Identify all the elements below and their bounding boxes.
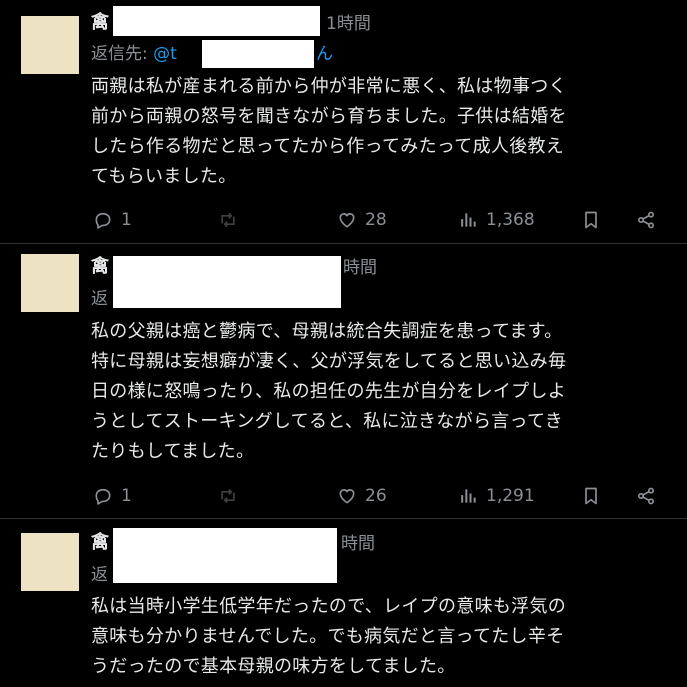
redaction-handle: [202, 40, 314, 68]
redaction-name: [113, 256, 341, 308]
tweet-divider: [0, 243, 687, 244]
share-icon: [638, 487, 654, 505]
reply-handle-end[interactable]: ん: [316, 44, 333, 64]
text-line: 日の様に怒鳴ったり、私の担任の先生が自分をレイプしよ: [91, 381, 567, 402]
reply-handle-start[interactable]: @t: [153, 44, 177, 64]
bookmark-button[interactable]: [581, 484, 601, 508]
text-line: 両親は私が産まれる前から仲が非常に悪く、私は物事つく: [91, 76, 567, 97]
views-bar-chart-icon: [461, 489, 476, 503]
retweet-button[interactable]: [218, 208, 238, 232]
text-line: てもらいました。: [91, 166, 237, 187]
author-name[interactable]: 禽: [91, 257, 109, 277]
tweet-divider: [0, 518, 687, 519]
heart-icon: [339, 489, 355, 504]
heart-icon: [339, 213, 355, 228]
text-line: うとしてストーキングしてると、私に泣きながら言ってき: [91, 411, 564, 432]
like-button[interactable]: 28: [337, 208, 387, 232]
author-name[interactable]: 禽: [91, 533, 109, 553]
reply-bubble-icon: [95, 488, 111, 505]
text-line: したら作る物だと思ってたから作ってみたって成人後教え: [91, 136, 565, 157]
action-bar: 1 26 1,291: [91, 484, 671, 508]
timestamp[interactable]: 1時間: [326, 14, 371, 34]
reply-button[interactable]: 1: [93, 208, 132, 232]
author-name[interactable]: 禽: [91, 13, 109, 33]
reply-prefix: 返: [91, 289, 108, 309]
reply-prefix: 返信先:: [91, 44, 154, 64]
tweet-text: 両親は私が産まれる前から仲が非常に悪く、私は物事つく 前から両親の怒号を聞きなが…: [91, 72, 676, 192]
timestamp[interactable]: 時間: [341, 534, 375, 554]
share-button[interactable]: [636, 208, 656, 232]
avatar[interactable]: [21, 533, 79, 591]
share-icon: [638, 211, 654, 229]
reply-prefix: 返: [91, 565, 108, 585]
retweet-icon: [221, 212, 235, 228]
redaction-name: [113, 528, 337, 583]
reply-count: 1: [121, 210, 132, 230]
avatar[interactable]: [21, 254, 79, 312]
reply-bubble-icon: [95, 212, 111, 229]
bookmark-icon: [585, 487, 597, 505]
timestamp[interactable]: 時間: [343, 258, 377, 278]
text-line: 特に母親は妄想癖が凄く、父が浮気をしてると思い込み毎: [91, 351, 567, 372]
retweet-icon: [221, 488, 235, 504]
reply-button[interactable]: 1: [93, 484, 132, 508]
action-bar: 1 28 1,368: [91, 208, 671, 232]
text-line: 意味も分かりませんでした。でも病気だと言ってたし辛そ: [91, 626, 565, 647]
views-button[interactable]: 1,368: [458, 208, 535, 232]
views-button[interactable]: 1,291: [458, 484, 535, 508]
reply-to-line: 返: [91, 565, 108, 585]
bookmark-icon: [585, 211, 597, 229]
tweet-text: 私の父親は癌と鬱病で、母親は統合失調症を患ってます。 特に母親は妄想癖が凄く、父…: [91, 317, 676, 467]
avatar[interactable]: [21, 16, 79, 74]
reply-count: 1: [121, 486, 132, 506]
views-bar-chart-icon: [461, 213, 476, 227]
view-count: 1,368: [486, 210, 535, 230]
text-line: 前から両親の怒号を聞きながら育ちました。子供は結婚を: [91, 106, 567, 127]
like-count: 26: [365, 486, 387, 506]
like-count: 28: [365, 210, 387, 230]
redaction-name: [113, 6, 320, 36]
reply-to-line: 返信先: @t: [91, 44, 177, 64]
tweet-text: 私は当時小学生低学年だったので、レイプの意味も浮気の 意味も分かりませんでした。…: [91, 592, 676, 682]
text-line: たりもしてました。: [91, 441, 255, 462]
bookmark-button[interactable]: [581, 208, 601, 232]
share-button[interactable]: [636, 484, 656, 508]
text-line: 私は当時小学生低学年だったので、レイプの意味も浮気の: [91, 596, 567, 617]
text-line: うだったので基本母親の味方をしてました。: [91, 656, 456, 677]
like-button[interactable]: 26: [337, 484, 387, 508]
view-count: 1,291: [486, 486, 535, 506]
text-line: 私の父親は癌と鬱病で、母親は統合失調症を患ってます。: [91, 321, 563, 342]
retweet-button[interactable]: [218, 484, 238, 508]
reply-to-line: 返: [91, 289, 108, 309]
